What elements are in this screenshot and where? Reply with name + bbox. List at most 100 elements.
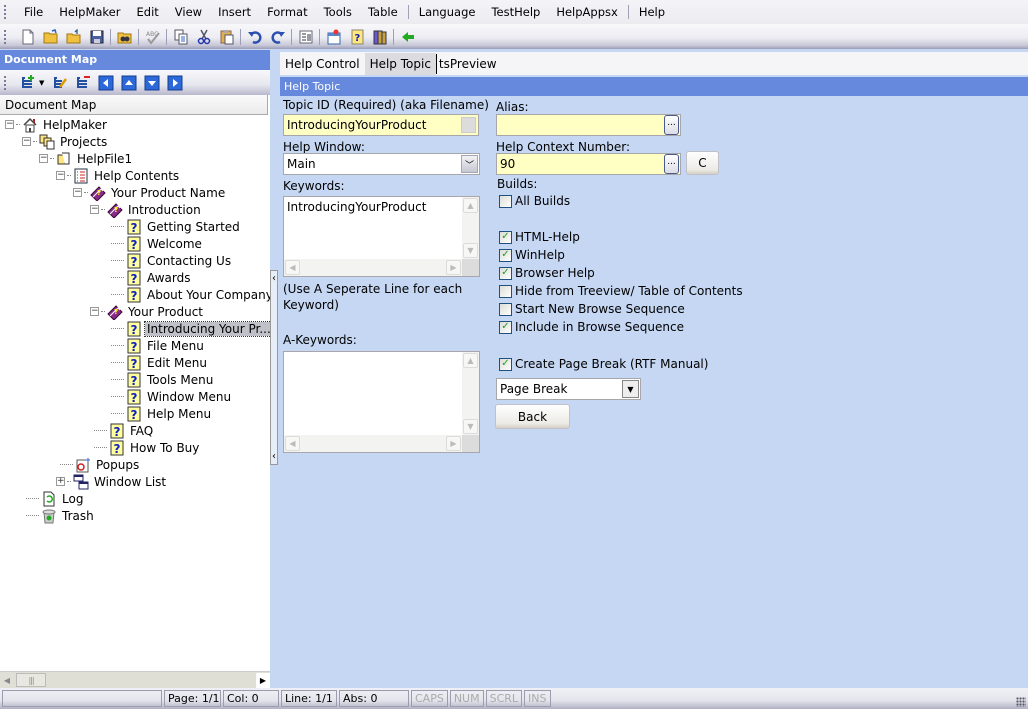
pane-splitter[interactable]: ‹ ‹ [270,270,278,465]
create-page-break-checkbox[interactable]: ✓ Create Page Break (RTF Manual) [499,357,708,371]
tree-item[interactable]: Popups [0,456,270,473]
checkmark-icon[interactable]: ✓ [499,230,512,244]
tree-item[interactable]: Log [0,490,270,507]
collapse-icon[interactable]: − [90,205,99,214]
menu-help[interactable]: Help [631,5,673,19]
menu-helpmaker[interactable]: HelpMaker [51,5,128,19]
collapse-icon[interactable]: − [56,171,65,180]
tree-item[interactable]: ? Edit Menu [0,354,270,371]
tree-item[interactable]: ? Tools Menu [0,371,270,388]
menu-testhelp[interactable]: TestHelp [483,5,548,19]
help-context-button[interactable]: ? [346,27,367,47]
tree-item[interactable]: − Help Contents [0,167,270,184]
scroll-right-icon[interactable]: ▶ [446,260,461,275]
menu-table[interactable]: Table [360,5,406,19]
tree-item[interactable]: + Window List [0,473,270,490]
collapse-icon[interactable]: − [39,154,48,163]
open-project-button[interactable] [63,27,84,47]
scroll-down-icon[interactable]: ▼ [463,419,478,434]
redo-button[interactable] [267,27,288,47]
tab-tspreview[interactable]: tsPreview [437,53,502,75]
menu-insert[interactable]: Insert [210,5,259,19]
books-button[interactable] [369,27,390,47]
browser-help-checkbox[interactable]: ✓ Browser Help [499,266,595,280]
keywords-horizontal-scrollbar[interactable]: ◀ ▶ [284,259,462,276]
cut-button[interactable] [193,27,214,47]
menu-edit[interactable]: Edit [129,5,167,19]
menu-view[interactable]: View [167,5,210,19]
chevron-down-icon[interactable]: ﹀ [461,155,478,173]
tree-item[interactable]: ? About Your Company [0,286,270,303]
checkbox-empty-icon[interactable] [499,302,512,316]
topic-properties-button[interactable] [323,27,344,47]
tab-help-control[interactable]: Help Control [280,53,365,75]
scroll-up-icon[interactable]: ▲ [463,353,478,368]
tree-item[interactable]: ? Welcome [0,235,270,252]
back-button-toolbar[interactable] [397,27,418,47]
tree-item[interactable]: ? Introducing Your Pr... [0,320,270,337]
alias-browse-button[interactable]: ... [664,115,679,135]
checkbox-empty-icon[interactable] [499,284,512,298]
scroll-thumb[interactable]: ||| [16,673,46,687]
keywords-textarea[interactable]: IntroducingYourProduct ▲ ▼ ◀ ▶ [283,196,480,277]
tree-item[interactable]: − HelpFile1 [0,150,270,167]
document-map-column-header[interactable]: Document Map [0,95,268,115]
tree-item[interactable]: ? Getting Started [0,218,270,235]
all-builds-checkbox[interactable]: All Builds [499,194,570,208]
scroll-down-icon[interactable]: ▼ [463,243,478,258]
scroll-up-icon[interactable]: ▲ [463,198,478,213]
collapse-icon[interactable]: − [22,137,31,146]
move-down-button[interactable] [141,73,162,93]
topic-id-side-button[interactable] [461,117,476,133]
tab-help-topic[interactable]: Help Topic [364,53,436,75]
dropdown-arrow-icon[interactable]: ▼ [39,79,44,87]
paragraph-button[interactable] [295,27,316,47]
spell-check-button[interactable]: ABC [142,27,163,47]
akeywords-textarea[interactable]: ▲ ▼ ◀ ▶ [283,351,480,453]
alias-field[interactable] [496,114,681,136]
copy-button[interactable] [170,27,191,47]
checkmark-icon[interactable]: ✓ [499,320,512,334]
help-context-field[interactable]: 90 [496,153,681,175]
menu-file[interactable]: File [16,5,51,19]
help-context-browse-button[interactable]: ... [664,154,679,174]
tree-item[interactable]: −? Your Product [0,303,270,320]
tree-item[interactable]: Trash [0,507,270,524]
resize-grip-icon[interactable] [1016,697,1026,707]
undo-button[interactable] [244,27,265,47]
akeywords-vertical-scrollbar[interactable]: ▲ ▼ [462,352,479,435]
scroll-left-arrow-icon[interactable]: ◀ [0,673,14,688]
tree-item[interactable]: − HelpMaker [0,116,270,133]
collapse-left-icon[interactable]: ‹ [271,451,277,462]
toolbar-grip[interactable] [4,75,8,90]
collapse-icon[interactable]: − [90,307,99,316]
collapse-left-icon[interactable]: ‹ [271,273,277,284]
add-node-button[interactable] [17,73,38,93]
scroll-right-arrow-icon[interactable]: ▶ [256,672,270,688]
html-help-checkbox[interactable]: ✓ HTML-Help [499,230,580,244]
winhelp-checkbox[interactable]: ✓ WinHelp [499,248,565,262]
menu-format[interactable]: Format [259,5,316,19]
find-button[interactable] [114,27,135,47]
keywords-vertical-scrollbar[interactable]: ▲ ▼ [462,197,479,259]
scroll-left-icon[interactable]: ◀ [285,436,300,451]
tree-item[interactable]: ? File Menu [0,337,270,354]
paste-button[interactable] [216,27,237,47]
tree-item[interactable]: ? Contacting Us [0,252,270,269]
tree-item[interactable]: − Projects [0,133,270,150]
move-right-button[interactable] [164,73,185,93]
tree-item[interactable]: −? Introduction [0,201,270,218]
checkmark-icon[interactable]: ✓ [499,357,512,371]
collapse-icon[interactable]: − [5,120,14,129]
help-window-select[interactable]: Main ﹀ [283,153,480,175]
checkmark-icon[interactable]: ✓ [499,266,512,280]
toolbar-grip[interactable] [4,29,8,44]
menu-tools[interactable]: Tools [316,5,360,19]
start-new-browse-sequence-checkbox[interactable]: Start New Browse Sequence [499,302,685,316]
hide-from-treeview-checkbox[interactable]: Hide from Treeview/ Table of Contents [499,284,743,298]
topic-id-field[interactable]: IntroducingYourProduct [283,114,479,136]
open-button[interactable] [40,27,61,47]
scroll-left-icon[interactable]: ◀ [285,260,300,275]
collapse-icon[interactable]: − [73,188,82,197]
tree-item[interactable]: −? Your Product Name [0,184,270,201]
